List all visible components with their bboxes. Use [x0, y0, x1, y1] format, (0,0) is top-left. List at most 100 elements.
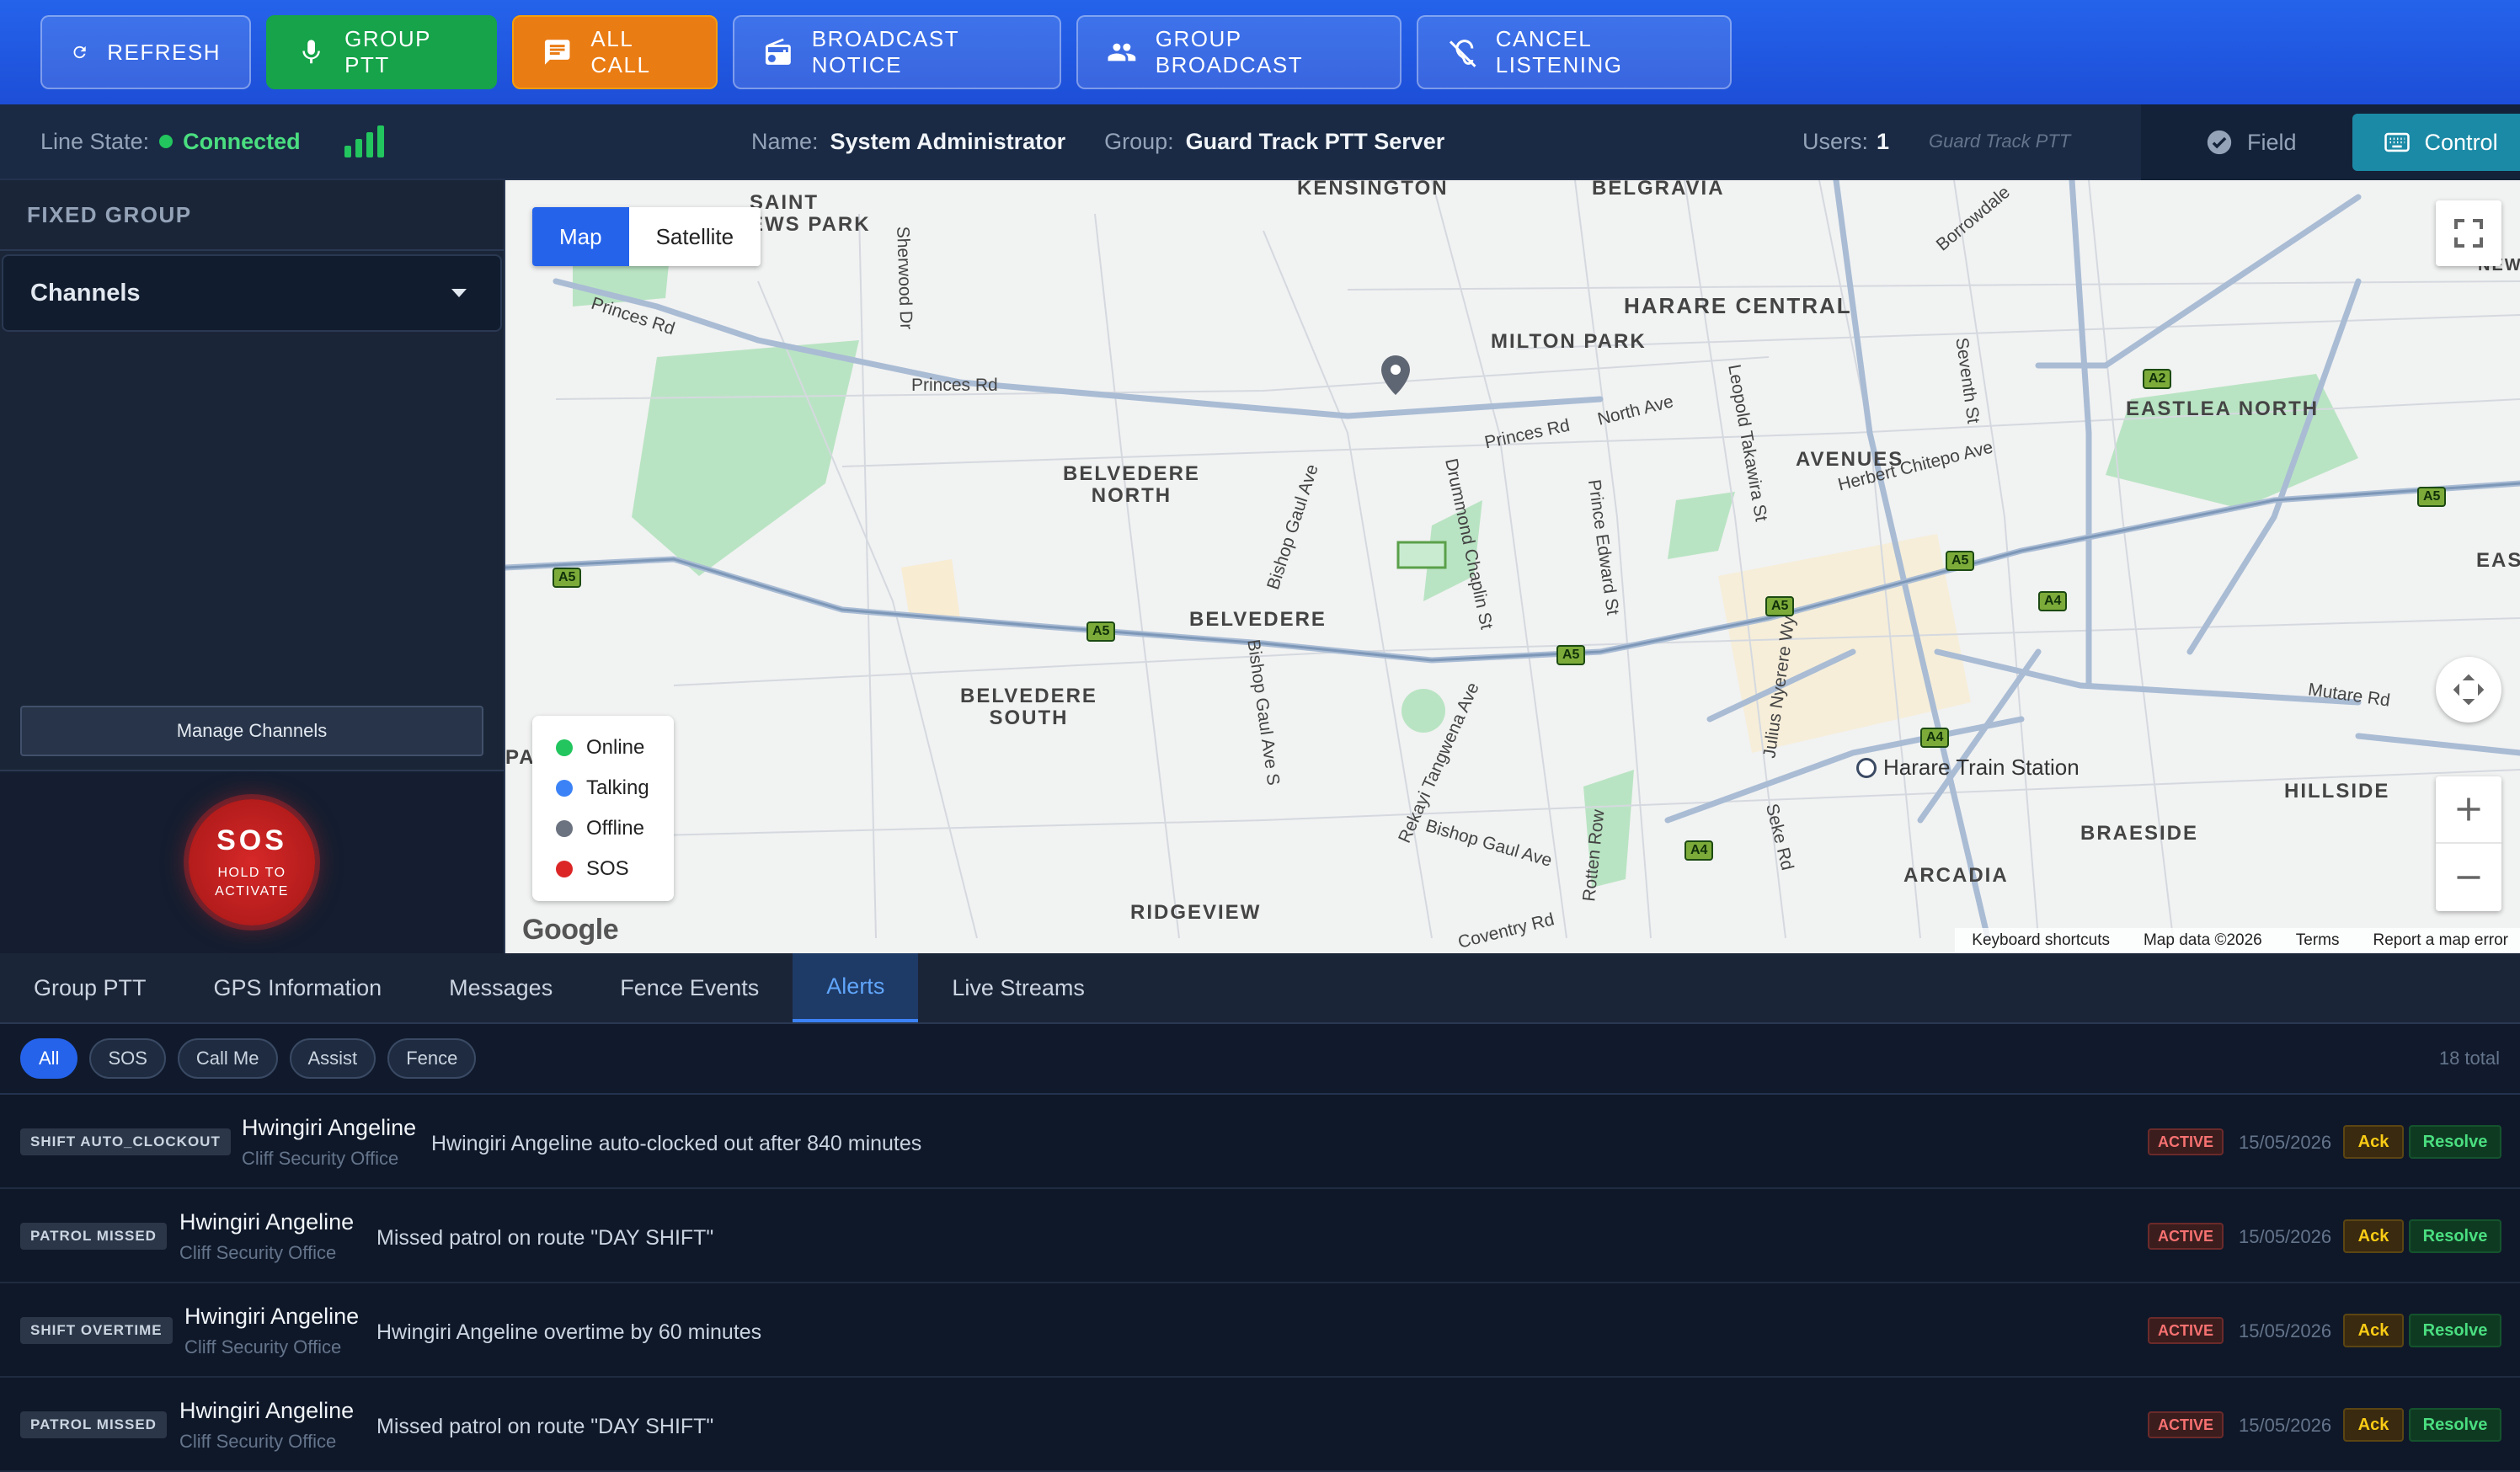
google-logo: Google — [522, 914, 619, 946]
ack-button[interactable]: Ack — [2343, 1219, 2404, 1253]
manage-channels-button[interactable]: Manage Channels — [20, 706, 483, 756]
route-shield: A2 — [2143, 369, 2172, 389]
pan-arrows-icon — [2453, 674, 2485, 706]
check-circle-icon — [2207, 130, 2232, 155]
area-label: BELGRAVIA — [1592, 180, 1725, 200]
area-label: EASTLEA NORTH — [2126, 397, 2320, 420]
area-label: PA — [505, 746, 536, 769]
status-badge: ACTIVE — [2148, 1223, 2224, 1250]
area-label: MILTON PARK — [1491, 330, 1647, 353]
mode-switch: Field Control — [2141, 104, 2520, 180]
tab-alerts[interactable]: Alerts — [793, 953, 919, 1022]
alert-row[interactable]: SHIFT OVERTIME Hwingiri Angeline Cliff S… — [0, 1283, 2520, 1378]
alert-message: Hwingiri Angeline auto-clocked out after… — [431, 1132, 922, 1155]
status-dot-icon — [556, 861, 573, 877]
map-attribution: Keyboard shortcuts Map data ©2026 Terms … — [1955, 928, 2520, 953]
group-ptt-button[interactable]: GROUP PTT — [266, 15, 497, 89]
alert-person: Hwingiri Angeline Cliff Security Office — [179, 1209, 355, 1263]
route-shield: A5 — [1086, 621, 1116, 642]
minus-icon — [2457, 876, 2480, 879]
resolve-button[interactable]: Resolve — [2409, 1219, 2501, 1253]
filter-fence[interactable]: Fence — [387, 1038, 477, 1079]
route-shield: A4 — [2038, 591, 2068, 611]
zoom-out-button[interactable] — [2436, 844, 2501, 911]
chat-icon — [544, 40, 570, 65]
status-dot-icon — [556, 739, 573, 756]
map-type-satellite-button[interactable]: Satellite — [629, 207, 761, 266]
status-dot-icon — [556, 820, 573, 837]
alert-row[interactable]: PATROL MISSED Hwingiri Angeline Cliff Se… — [0, 1378, 2520, 1472]
area-label: HILLSIDE — [2284, 780, 2390, 803]
group-broadcast-button[interactable]: GROUP BROADCAST — [1076, 15, 1401, 89]
ack-button[interactable]: Ack — [2343, 1314, 2404, 1347]
alert-row[interactable]: SHIFT AUTO_CLOCKOUT Hwingiri Angeline Cl… — [0, 1095, 2520, 1189]
resolve-button[interactable]: Resolve — [2409, 1125, 2501, 1159]
tab-messages[interactable]: Messages — [415, 953, 586, 1022]
hearing-disabled-icon — [1449, 40, 1476, 67]
microphone-icon — [302, 40, 320, 64]
legend-item: SOS — [556, 849, 674, 889]
alert-type-badge: SHIFT OVERTIME — [20, 1317, 173, 1344]
alert-person: Hwingiri Angeline Cliff Security Office — [184, 1304, 360, 1357]
channels-dropdown[interactable]: Channels — [2, 254, 502, 332]
plus-icon — [2457, 797, 2480, 821]
broadcast-notice-button[interactable]: BROADCAST NOTICE — [733, 15, 1061, 89]
alerts-total: 18 total — [2438, 1048, 2500, 1069]
online-indicator-icon — [159, 135, 174, 148]
user-info: Name: System Administrator Group: Guard … — [751, 128, 1445, 154]
route-shield: A4 — [1920, 728, 1950, 748]
road-label: Princes Rd — [911, 376, 998, 395]
mode-control-button[interactable]: Control — [2352, 114, 2520, 171]
ack-button[interactable]: Ack — [2343, 1408, 2404, 1442]
refresh-icon — [73, 45, 86, 59]
brand-label: Guard Track PTT — [1929, 131, 2071, 152]
alert-type-badge: PATROL MISSED — [20, 1411, 167, 1438]
tab-live-streams[interactable]: Live Streams — [918, 953, 1119, 1022]
keyboard-shortcuts-link[interactable]: Keyboard shortcuts — [1972, 931, 2110, 950]
resolve-button[interactable]: Resolve — [2409, 1408, 2501, 1442]
all-call-button[interactable]: ALL CALL — [512, 15, 718, 89]
tab-gps-information[interactable]: GPS Information — [180, 953, 416, 1022]
alert-date: 15/05/2026 — [2239, 1320, 2332, 1341]
area-label: BELVEDERE NORTH — [1063, 462, 1200, 507]
filter-assist[interactable]: Assist — [289, 1038, 376, 1079]
alert-message: Missed patrol on route "DAY SHIFT" — [376, 1415, 714, 1438]
report-error-link[interactable]: Report a map error — [2373, 931, 2508, 950]
route-shield: A5 — [1765, 596, 1795, 616]
broadcast-icon — [765, 38, 791, 65]
route-shield: A5 — [553, 568, 582, 588]
bottom-tabs: Group PTT GPS Information Messages Fence… — [0, 953, 2520, 1024]
route-shield: A5 — [1556, 645, 1586, 665]
filter-sos[interactable]: SOS — [89, 1038, 166, 1079]
route-shield: A5 — [1946, 551, 1975, 571]
filter-all[interactable]: All — [20, 1038, 78, 1079]
status-badge: ACTIVE — [2148, 1128, 2224, 1155]
alert-message: Missed patrol on route "DAY SHIFT" — [376, 1226, 714, 1250]
ack-button[interactable]: Ack — [2343, 1125, 2404, 1159]
map-type-map-button[interactable]: Map — [532, 207, 629, 266]
alert-message: Hwingiri Angeline overtime by 60 minutes — [376, 1320, 762, 1344]
tab-fence-events[interactable]: Fence Events — [586, 953, 793, 1022]
alert-row[interactable]: PATROL MISSED Hwingiri Angeline Cliff Se… — [0, 1189, 2520, 1283]
sos-button[interactable]: SOS HOLD TO ACTIVATE — [189, 799, 315, 925]
status-bar: Line State: Connected Name: System Admin… — [0, 104, 2520, 180]
tab-group-ptt[interactable]: Group PTT — [0, 953, 180, 1022]
area-label: SAINT EWS PARK — [750, 191, 871, 236]
refresh-button[interactable]: REFRESH — [40, 15, 251, 89]
mode-field-button[interactable]: Field — [2175, 114, 2327, 171]
camera-pan-control[interactable] — [2436, 657, 2501, 723]
filter-call-me[interactable]: Call Me — [177, 1038, 278, 1079]
alert-filters: All SOS Call Me Assist Fence 18 total — [0, 1024, 2520, 1095]
map-view[interactable]: SAINT EWS PARK KENSINGTON BELGRAVIA HARA… — [505, 180, 2520, 953]
toolbar: REFRESH GROUP PTT ALL CALL BROADCAST NOT… — [0, 0, 2520, 104]
group-icon — [1108, 43, 1136, 61]
area-label: BELVEDERE SOUTH — [960, 685, 1097, 729]
fullscreen-button[interactable] — [2436, 200, 2501, 266]
terms-link[interactable]: Terms — [2296, 931, 2340, 950]
area-label: BRAESIDE — [2080, 822, 2199, 845]
zoom-in-button[interactable] — [2436, 776, 2501, 844]
cancel-listening-button[interactable]: CANCEL LISTENING — [1417, 15, 1732, 89]
alert-date: 15/05/2026 — [2239, 1132, 2332, 1153]
resolve-button[interactable]: Resolve — [2409, 1314, 2501, 1347]
legend-item: Talking — [556, 768, 674, 808]
